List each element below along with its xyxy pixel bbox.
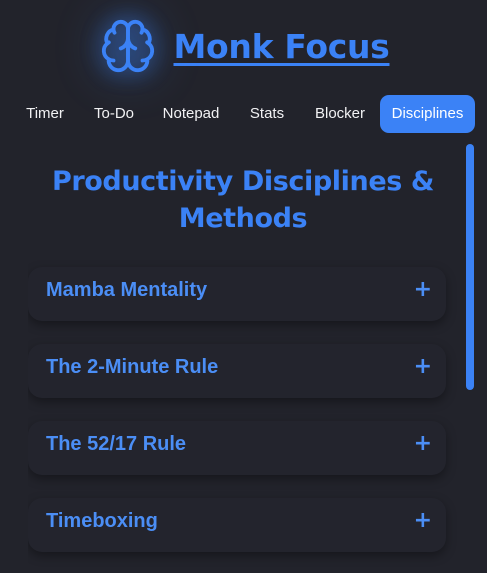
main-tabs: Timer To-Do Notepad Stats Blocker Discip… xyxy=(0,95,487,133)
disciplines-accordion: Mamba Mentality + The 2-Minute Rule + Th… xyxy=(28,267,458,552)
accordion-item-label: Timeboxing xyxy=(46,510,158,532)
section-title: Productivity Disciplines & Methods xyxy=(28,163,458,237)
app-header: Monk Focus xyxy=(0,0,487,92)
tab-timer[interactable]: Timer xyxy=(16,95,74,133)
plus-icon[interactable]: + xyxy=(414,431,432,456)
plus-icon[interactable]: + xyxy=(414,508,432,533)
accordion-item-52-17-rule[interactable]: The 52/17 Rule + xyxy=(28,421,446,475)
accordion-item-timeboxing[interactable]: Timeboxing + xyxy=(28,498,446,552)
tab-todo[interactable]: To-Do xyxy=(84,95,144,133)
section-title-line1: Productivity Disciplines & xyxy=(51,166,435,197)
brain-icon xyxy=(97,15,159,77)
scrollbar-thumb[interactable] xyxy=(466,144,474,390)
plus-icon[interactable]: + xyxy=(414,354,432,379)
accordion-item-mamba-mentality[interactable]: Mamba Mentality + xyxy=(28,267,446,321)
app-title-link[interactable]: Monk Focus xyxy=(173,27,389,66)
section-title-line2: Methods xyxy=(178,203,308,234)
app-window: Monk Focus Timer To-Do Notepad Stats Blo… xyxy=(0,0,487,573)
tab-disciplines[interactable]: Disciplines xyxy=(380,95,475,133)
accordion-item-label: The 2-Minute Rule xyxy=(46,356,219,378)
tab-stats[interactable]: Stats xyxy=(240,95,294,133)
tab-notepad[interactable]: Notepad xyxy=(154,95,228,133)
plus-icon[interactable]: + xyxy=(414,277,432,302)
disciplines-panel: Productivity Disciplines & Methods Mamba… xyxy=(28,148,458,573)
accordion-item-label: Mamba Mentality xyxy=(46,279,208,301)
accordion-item-label: The 52/17 Rule xyxy=(46,433,187,455)
accordion-item-2-minute-rule[interactable]: The 2-Minute Rule + xyxy=(28,344,446,398)
tab-blocker[interactable]: Blocker xyxy=(306,95,374,133)
